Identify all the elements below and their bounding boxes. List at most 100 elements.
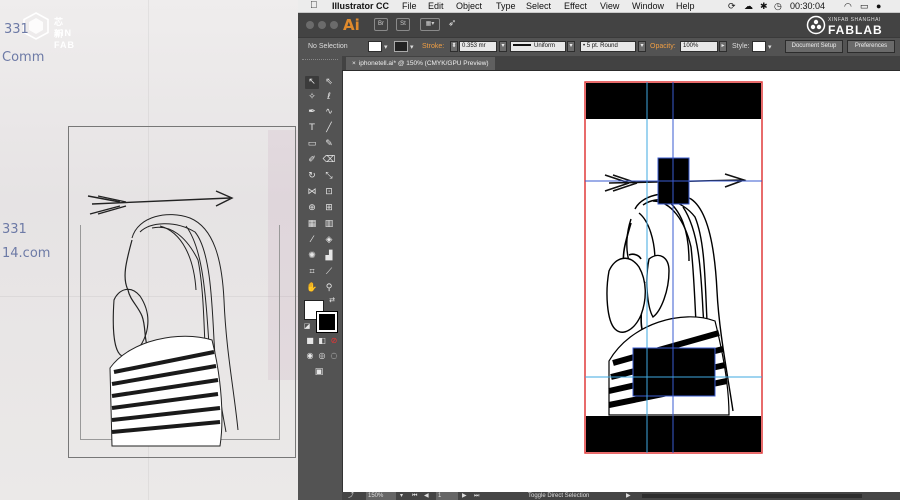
hand-tool-icon[interactable]: ✋ [305,282,319,295]
status-menu-icon[interactable]: ▶ [626,492,631,500]
profile-dropdown-icon[interactable]: ▾ [567,41,575,52]
artboard-tool-icon[interactable]: ⌗ [305,266,319,279]
shape-builder-tool-icon[interactable]: ⊕ [305,202,319,215]
type-tool-icon[interactable]: T [305,122,319,135]
stroke-dropdown-icon[interactable]: ▾ [410,43,414,51]
opacity-input[interactable]: 100% [680,41,718,52]
mesh-tool-icon[interactable]: ▦ [305,218,319,231]
user-icon[interactable]: ● [876,0,881,12]
lasso-tool-icon[interactable]: ℓ [322,91,336,104]
rotate-tool-icon[interactable]: ↻ [305,170,319,183]
swap-fill-stroke-icon[interactable]: ⇄ [325,294,339,307]
opacity-label[interactable]: Opacity: [650,43,676,50]
stock-icon[interactable]: St [396,18,410,31]
menu-object[interactable]: Object [456,0,482,12]
artboard-canvas[interactable] [343,71,900,492]
opacity-dropdown-icon[interactable]: ▸ [719,41,727,52]
menu-help[interactable]: Help [676,0,695,12]
horizontal-scrollbar[interactable] [642,494,862,498]
stroke-weight-dropdown-icon[interactable]: ▾ [499,41,507,52]
arrange-documents-icon[interactable]: ▦▾ [420,18,440,31]
variable-width-profile[interactable]: Uniform [510,41,566,52]
gradient-tool-icon[interactable]: ▥ [322,218,336,231]
stroke-color-box[interactable] [317,312,337,332]
slice-tool-icon[interactable]: ⟋ [322,266,336,279]
clock-readout[interactable]: 00:30:04 [790,0,825,12]
eyedropper-tool-icon[interactable]: ⁄ [305,234,319,247]
document-tab-close-icon[interactable]: × [352,60,356,67]
mac-menubar:  Illustrator CC File Edit Object Type S… [298,0,900,13]
stroke-weight-input[interactable]: 0.353 mr [459,41,497,52]
menu-select[interactable]: Select [526,0,551,12]
none-mode-icon[interactable]: ⊘ [327,334,341,347]
curvature-tool-icon[interactable]: ∿ [322,106,336,119]
selection-tool-icon[interactable]: ↖ [305,76,319,89]
scale-tool-icon[interactable]: ⤡ [322,170,336,183]
perspective-grid-tool-icon[interactable]: ⊞ [322,202,336,215]
symbol-sprayer-tool-icon[interactable]: ✺ [305,250,319,263]
battery-icon[interactable]: ▭ [860,0,869,12]
gpu-performance-icon[interactable]: ➶ [448,18,456,29]
brush-definition[interactable]: • 5 pt. Round [580,41,636,52]
preferences-button[interactable]: Preferences [847,40,895,53]
direct-selection-tool-icon[interactable]: ⇖ [322,76,336,89]
apple-icon[interactable]:  [310,0,318,12]
button-cutout-rect[interactable] [632,347,716,397]
brush-dropdown-icon[interactable]: ▾ [638,41,646,52]
fill-color-swatch[interactable] [368,41,382,52]
fill-dropdown-icon[interactable]: ▾ [384,43,388,51]
menu-type[interactable]: Type [496,0,516,12]
magic-wand-tool-icon[interactable]: ✧ [305,91,319,104]
first-artboard-icon[interactable]: ⏮ [412,492,417,500]
document-setup-button[interactable]: Document Setup [785,40,843,53]
paintbrush-tool-icon[interactable]: ✎ [322,138,336,151]
window-minimize-button[interactable] [318,21,326,29]
bridge-icon[interactable]: Br [374,18,388,31]
stroke-weight-label[interactable]: Stroke: [422,43,444,50]
menu-file[interactable]: File [402,0,417,12]
panel-grip[interactable] [302,59,338,64]
artboard-number-field[interactable]: 1 [436,492,458,500]
previous-artboard-icon[interactable]: ◀ [424,492,429,500]
tools-panel: ↖ ⇖ ✧ ℓ ✒ ∿ T ╱ ▭ ✎ ✐ ⌫ ↻ ⤡ ⋈ ⊡ ⊕ ⊞ ▦ ▥ … [298,56,343,500]
last-artboard-icon[interactable]: ⏭ [474,492,479,500]
cloud-icon[interactable]: ☁ [744,0,753,12]
sync-status-icon[interactable]: ⟳ [728,0,736,12]
window-zoom-button[interactable] [330,21,338,29]
pen-tool-icon[interactable]: ✒ [305,106,319,119]
draw-inside-icon[interactable]: ◌ [327,349,341,362]
screen-mode-icon[interactable]: ▣ [312,366,326,379]
document-tab[interactable]: × iphonetell.ai* @ 150% (CMYK/GPU Preview… [346,57,495,70]
stroke-stepper-icon[interactable]: ⬍ [450,41,458,52]
next-artboard-icon[interactable]: ▶ [462,492,467,500]
fablab-emblem-icon [806,15,826,35]
rotate-view-icon[interactable]: ⤴ [348,492,354,500]
style-dropdown-icon[interactable]: ▾ [768,43,772,51]
wifi-icon[interactable]: ◠ [844,0,852,12]
free-transform-tool-icon[interactable]: ⊡ [322,186,336,199]
blend-tool-icon[interactable]: ◈ [322,234,336,247]
rectangle-tool-icon[interactable]: ▭ [305,138,319,151]
zoom-level-field[interactable]: 150% [366,492,396,500]
graphic-style-swatch[interactable] [752,41,766,52]
shaper-tool-icon[interactable]: ✐ [305,154,319,167]
zoom-dropdown-icon[interactable]: ▾ [400,492,403,500]
line-segment-tool-icon[interactable]: ╱ [322,122,336,135]
menu-app-name[interactable]: Illustrator CC [332,0,389,12]
menu-view[interactable]: View [600,0,619,12]
width-tool-icon[interactable]: ⋈ [305,186,319,199]
menu-edit[interactable]: Edit [428,0,444,12]
clock-status-icon[interactable]: ◷ [774,0,782,12]
eraser-tool-icon[interactable]: ⌫ [322,154,336,167]
stroke-color-swatch[interactable] [394,41,408,52]
menu-window[interactable]: Window [632,0,664,12]
column-graph-tool-icon[interactable]: ▟ [322,250,336,263]
bluetooth-icon[interactable]: ✱ [760,0,768,12]
window-close-button[interactable] [306,21,314,29]
artwork[interactable] [343,71,900,492]
sketch-face [124,239,149,349]
default-colors-icon[interactable]: ◪ [300,320,314,333]
menu-effect[interactable]: Effect [564,0,587,12]
illustrator-logo: Ai [343,16,360,34]
fablab-logo: XINFAB SHANGHAI FABLAB [804,14,892,37]
